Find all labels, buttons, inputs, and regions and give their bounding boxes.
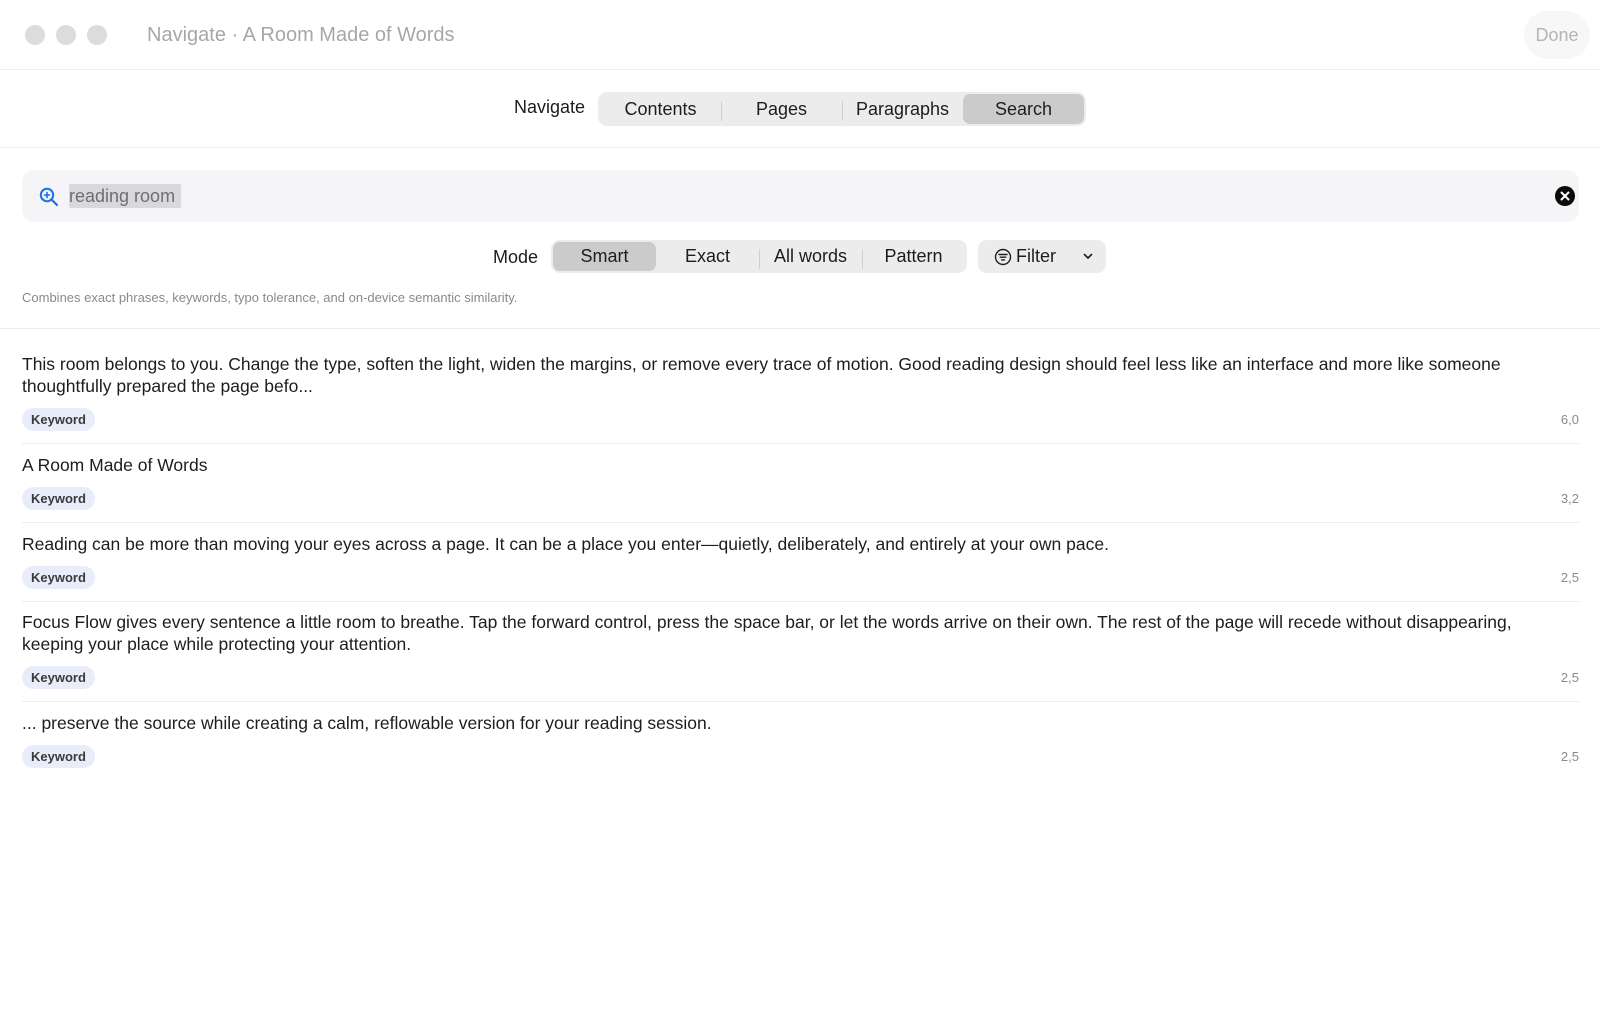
- clear-search-button[interactable]: [1555, 186, 1575, 206]
- navigate-tabs: Contents Pages Paragraphs Search: [598, 92, 1086, 126]
- result-text: This room belongs to you. Change the typ…: [22, 354, 1501, 396]
- result-score: 6,0: [1560, 412, 1579, 427]
- result-item[interactable]: Focus Flow gives every sentence a little…: [22, 611, 1579, 702]
- filter-label: Filter: [1016, 246, 1056, 266]
- mode-smart[interactable]: Smart: [553, 242, 656, 271]
- close-window-button[interactable]: [25, 25, 45, 45]
- result-text: Focus Flow gives every sentence a little…: [22, 612, 1512, 654]
- result-score: 2,5: [1560, 749, 1579, 764]
- keyword-badge: Keyword: [22, 408, 95, 431]
- mode-all-words[interactable]: All words: [759, 242, 862, 271]
- tab-pages[interactable]: Pages: [721, 94, 842, 124]
- result-text: Reading can be more than moving your eye…: [22, 534, 1109, 554]
- result-score: 2,5: [1560, 570, 1579, 585]
- search-field: [22, 170, 1579, 222]
- zoom-window-button[interactable]: [87, 25, 107, 45]
- keyword-badge: Keyword: [22, 745, 95, 768]
- result-text: ... preserve the source while creating a…: [22, 713, 712, 733]
- divider: [0, 328, 1600, 329]
- result-score: 3,2: [1560, 491, 1579, 506]
- keyword-badge: Keyword: [22, 487, 95, 510]
- result-score: 2,5: [1560, 670, 1579, 685]
- chevron-down-icon: [1083, 253, 1093, 259]
- navigate-bar: Navigate Contents Pages Paragraphs Searc…: [0, 70, 1600, 148]
- result-item[interactable]: Reading can be more than moving your eye…: [22, 533, 1579, 602]
- keyword-badge: Keyword: [22, 666, 95, 689]
- navigate-label: Navigate: [514, 97, 586, 117]
- filter-button[interactable]: Filter: [978, 240, 1106, 273]
- search-icon: [39, 187, 59, 207]
- tab-paragraphs[interactable]: Paragraphs: [842, 94, 963, 124]
- done-button[interactable]: Done: [1524, 11, 1590, 59]
- result-item[interactable]: ... preserve the source while creating a…: [22, 712, 1579, 781]
- keyword-badge: Keyword: [22, 566, 95, 589]
- result-item[interactable]: This room belongs to you. Change the typ…: [22, 353, 1579, 444]
- tab-contents[interactable]: Contents: [600, 94, 721, 124]
- mode-hint: Combines exact phrases, keywords, typo t…: [22, 290, 518, 305]
- mode-selector: Smart Exact All words Pattern: [551, 240, 967, 273]
- mode-label: Mode: [493, 247, 539, 267]
- minimize-window-button[interactable]: [56, 25, 76, 45]
- tab-search[interactable]: Search: [963, 94, 1084, 124]
- mode-pattern[interactable]: Pattern: [862, 242, 965, 271]
- result-text: A Room Made of Words: [22, 455, 208, 475]
- filter-icon: [994, 248, 1012, 265]
- title-bar: Navigate · A Room Made of Words Done: [0, 0, 1600, 70]
- search-input[interactable]: [69, 180, 1469, 212]
- result-item[interactable]: A Room Made of Words Keyword 3,2: [22, 454, 1579, 523]
- clear-icon: [1560, 191, 1570, 201]
- mode-exact[interactable]: Exact: [656, 242, 759, 271]
- window-title: Navigate · A Room Made of Words: [147, 24, 455, 46]
